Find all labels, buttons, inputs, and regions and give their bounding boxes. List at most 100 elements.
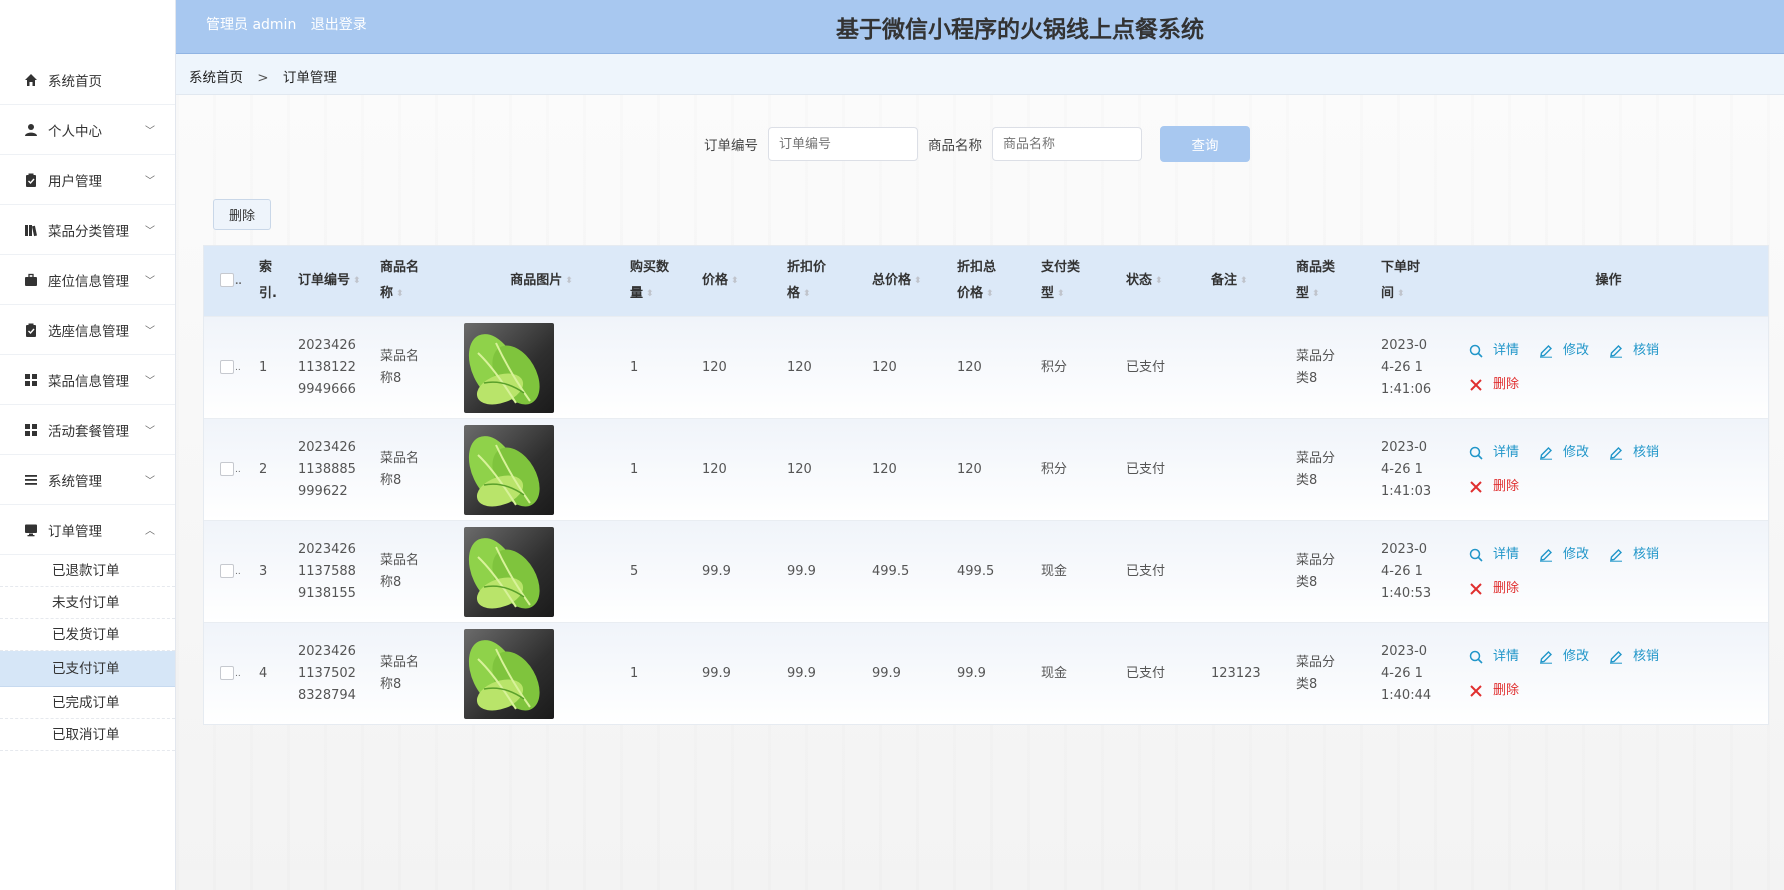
verify-action[interactable]: 核销: [1609, 340, 1659, 362]
detail-action[interactable]: 详情: [1469, 340, 1519, 362]
edit-icon: [1609, 344, 1628, 358]
cell-goods-type: 菜品分 类8: [1296, 550, 1381, 594]
cell-line: 2023426: [298, 337, 356, 353]
cell-line: 菜品分: [1296, 552, 1336, 568]
delete-action[interactable]: 删除: [1469, 578, 1519, 600]
cell-remark: 123123: [1211, 663, 1296, 685]
sort-icon[interactable]: ⬍: [803, 281, 811, 307]
sort-icon[interactable]: ⬍: [646, 281, 654, 307]
cell-line: 菜品名: [380, 654, 420, 670]
sidebar-item-9[interactable]: 系统管理 ﹀: [0, 455, 175, 505]
cell-line: 1137588: [298, 563, 356, 579]
sort-icon[interactable]: ⬍: [1312, 281, 1320, 307]
sidebar-item-label: 选座信息管理: [48, 323, 129, 340]
sidebar-subitem-2[interactable]: 未支付订单: [0, 587, 175, 619]
header-text: 支付类: [1041, 260, 1081, 275]
cell-qty: 1: [624, 459, 702, 481]
actions-line: 详情 修改 核销: [1469, 442, 1748, 464]
sort-icon[interactable]: ⬍: [565, 268, 573, 294]
sidebar-item-7[interactable]: 菜品信息管理 ﹀: [0, 355, 175, 405]
sidebar-item-8[interactable]: 活动套餐管理 ﹀: [0, 405, 175, 455]
edit-action[interactable]: 修改: [1539, 646, 1589, 668]
cell-price: 99.9: [702, 663, 787, 685]
breadcrumb-home[interactable]: 系统首页: [189, 70, 243, 86]
cell-chk: ..: [204, 356, 257, 379]
cell-value: 99.9: [787, 563, 816, 579]
query-button[interactable]: 查询: [1160, 126, 1250, 162]
detail-action[interactable]: 详情: [1469, 544, 1519, 566]
detail-action[interactable]: 详情: [1469, 442, 1519, 464]
sidebar-subitem-6[interactable]: 已取消订单: [0, 719, 175, 751]
edit-action[interactable]: 修改: [1539, 442, 1589, 464]
cell-value: 499.5: [872, 563, 910, 579]
sidebar-subitem-1[interactable]: 已退款订单: [0, 555, 175, 587]
cell-value: 499.5: [957, 563, 995, 579]
header-text: 商品名: [380, 260, 420, 275]
sort-icon[interactable]: ⬍: [731, 268, 739, 294]
select-all-checkbox[interactable]: [220, 273, 234, 287]
row-checkbox[interactable]: [220, 665, 234, 680]
row-checkbox[interactable]: [220, 461, 234, 476]
sidebar-item-5[interactable]: 座位信息管理 ﹀: [0, 255, 175, 305]
sidebar-subitem-4[interactable]: 已支付订单: [0, 651, 175, 687]
table-row: .. 3 2023426 1137588 9138155 菜品名 称8 5 99.9 99.9 4…: [204, 520, 1768, 622]
sidebar-item-6[interactable]: 选座信息管理 ﹀: [0, 305, 175, 355]
cell-line: 称8: [380, 370, 402, 386]
detail-action[interactable]: 详情: [1469, 646, 1519, 668]
sidebar-item-10[interactable]: 订单管理 ︿: [0, 505, 175, 555]
row-checkbox[interactable]: [220, 359, 234, 374]
row-checkbox[interactable]: [220, 563, 234, 578]
table-row: .. 4 2023426 1137502 8328794 菜品名 称8 1 99.9 99.9 9…: [204, 622, 1768, 724]
delete-action[interactable]: 删除: [1469, 374, 1519, 396]
header-text: 引.: [259, 286, 277, 301]
order-no-input[interactable]: [768, 127, 918, 161]
edit-action[interactable]: 修改: [1539, 544, 1589, 566]
cell-order-no: 2023426 1138122 9949666: [292, 335, 374, 401]
header-goods-name: 商品名称 ⬍: [374, 255, 459, 307]
delete-action[interactable]: 删除: [1469, 476, 1519, 498]
cell-value: 120: [957, 359, 982, 375]
breadcrumb: 系统首页 > 订单管理: [176, 54, 1784, 95]
sidebar-subitem-3[interactable]: 已发货订单: [0, 619, 175, 651]
delete-action[interactable]: 删除: [1469, 680, 1519, 702]
verify-action[interactable]: 核销: [1609, 646, 1659, 668]
cell-line: 2023-0: [1381, 541, 1428, 557]
batch-delete-button[interactable]: 删除: [213, 199, 271, 230]
header-discount-price: 折扣价格 ⬍: [787, 255, 872, 307]
cell-value: 已支付: [1126, 665, 1166, 681]
verify-label: 核销: [1633, 444, 1660, 460]
header-line-wrap: 称 ⬍: [380, 281, 459, 307]
cell-goods-type: 菜品分 类8: [1296, 652, 1381, 696]
sort-icon[interactable]: ⬍: [396, 281, 404, 307]
cell-line: 菜品名: [380, 450, 420, 466]
cell-order-time: 2023-0 4-26 1 1:40:53: [1381, 539, 1469, 605]
sort-icon[interactable]: ⬍: [1240, 268, 1248, 294]
goods-name-input[interactable]: [992, 127, 1142, 161]
sidebar-item-1[interactable]: 系统首页: [0, 55, 175, 105]
sort-icon[interactable]: ⬍: [1057, 281, 1065, 307]
sidebar-item-4[interactable]: 菜品分类管理 ﹀: [0, 205, 175, 255]
cell-qty: 1: [624, 357, 702, 379]
chevron-down-icon: ﹀: [145, 276, 155, 287]
sort-icon[interactable]: ⬍: [353, 268, 361, 294]
cell-value: 1: [630, 461, 639, 477]
sidebar-item-3[interactable]: 用户管理 ﹀: [0, 155, 175, 205]
breadcrumb-separator: >: [257, 70, 269, 86]
delete-label: 删除: [1493, 580, 1520, 596]
sidebar-item-2[interactable]: 个人中心 ﹀: [0, 105, 175, 155]
header-goods-img: 商品图片 ⬍: [459, 268, 624, 294]
header-chk[interactable]: ..: [204, 268, 257, 295]
sidebar-subitem-5[interactable]: 已完成订单: [0, 687, 175, 719]
verify-action[interactable]: 核销: [1609, 442, 1659, 464]
cell-chk: ..: [204, 560, 257, 583]
edit-action[interactable]: 修改: [1539, 340, 1589, 362]
sort-icon[interactable]: ⬍: [914, 268, 922, 294]
verify-action[interactable]: 核销: [1609, 544, 1659, 566]
sort-icon[interactable]: ⬍: [1155, 268, 1163, 294]
cell-value: 5: [630, 563, 639, 579]
sort-icon[interactable]: ⬍: [1397, 281, 1405, 307]
monitor-icon: [24, 523, 38, 537]
cell-discount-price: 120: [787, 357, 872, 379]
sort-icon[interactable]: ⬍: [986, 281, 994, 307]
header-line-wrap: 格 ⬍: [787, 281, 872, 307]
